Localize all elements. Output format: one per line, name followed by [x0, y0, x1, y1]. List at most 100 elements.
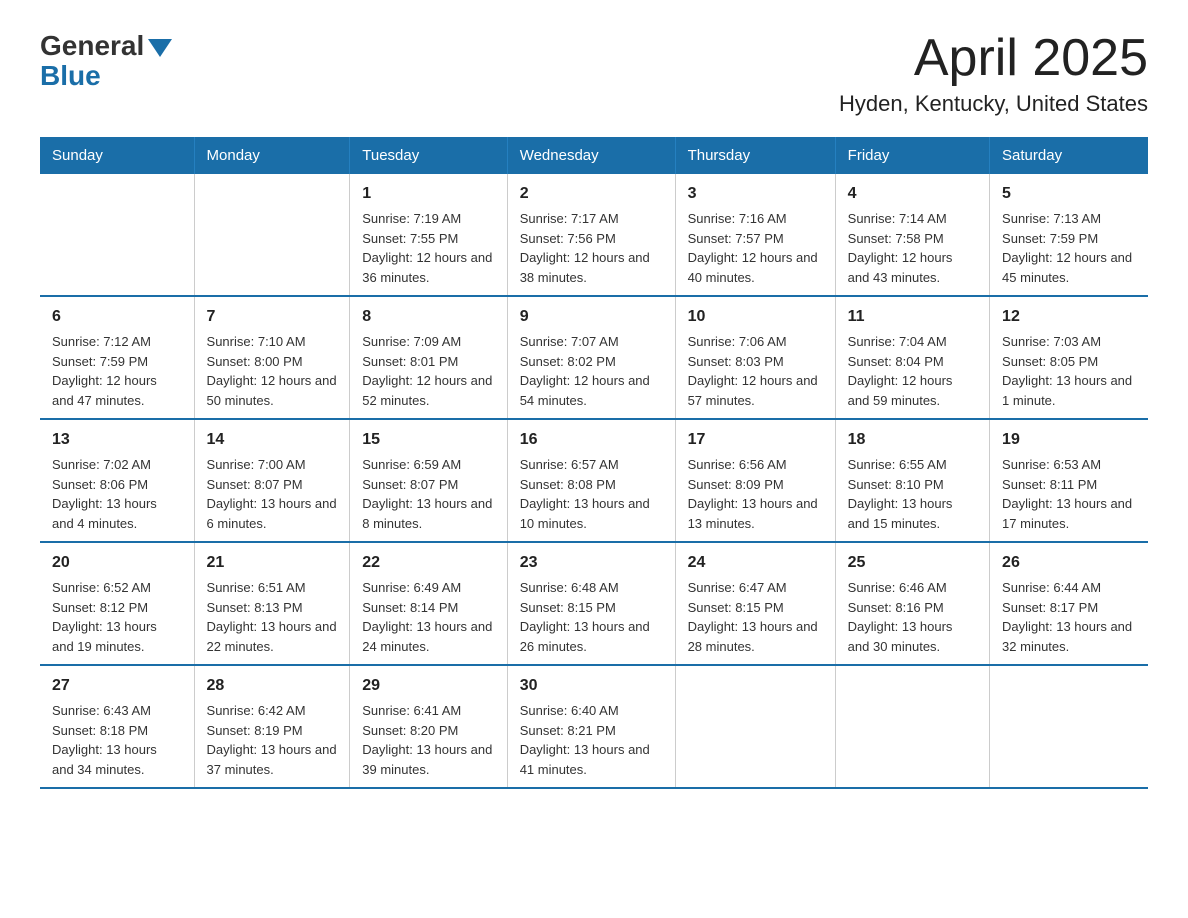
- calendar-body: 1 Sunrise: 7:19 AM Sunset: 7:55 PM Daylig…: [40, 174, 1148, 788]
- header-sunday: Sunday: [40, 137, 194, 174]
- table-row: [990, 665, 1148, 788]
- day-number: 6: [52, 305, 182, 329]
- day-info: Sunrise: 6:53 AM Sunset: 8:11 PM Dayligh…: [1002, 455, 1136, 533]
- table-row: 1 Sunrise: 7:19 AM Sunset: 7:55 PM Daylig…: [350, 174, 507, 296]
- table-row: 23Sunrise: 6:48 AM Sunset: 8:15 PM Dayli…: [507, 542, 675, 665]
- header-monday: Monday: [194, 137, 350, 174]
- table-row: 11 Sunrise: 7:04 AM Sunset: 8:04 PM Dayli…: [835, 296, 989, 419]
- day-info: Sunrise: 7:17 AM Sunset: 7:56 PM Dayligh…: [520, 209, 663, 287]
- day-number: 3: [688, 182, 823, 206]
- day-number: 2: [520, 182, 663, 206]
- day-number: 25: [848, 551, 977, 575]
- calendar-subtitle: Hyden, Kentucky, United States: [839, 91, 1148, 117]
- table-row: 18Sunrise: 6:55 AM Sunset: 8:10 PM Dayli…: [835, 419, 989, 542]
- table-row: 3 Sunrise: 7:16 AM Sunset: 7:57 PM Daylig…: [675, 174, 835, 296]
- table-row: 27 Sunrise: 6:43 AM Sunset: 8:18 PM Dayli…: [40, 665, 194, 788]
- day-info: Sunrise: 7:12 AM Sunset: 7:59 PM Dayligh…: [52, 332, 182, 410]
- day-number: 15: [362, 428, 494, 452]
- day-info: Sunrise: 6:55 AM Sunset: 8:10 PM Dayligh…: [848, 455, 977, 533]
- day-info: Sunrise: 7:10 AM Sunset: 8:00 PM Dayligh…: [207, 332, 338, 410]
- calendar-table: Sunday Monday Tuesday Wednesday Thursday…: [40, 137, 1148, 789]
- table-row: 28Sunrise: 6:42 AM Sunset: 8:19 PM Dayli…: [194, 665, 350, 788]
- day-number: 28: [207, 674, 338, 698]
- table-row: 5 Sunrise: 7:13 AM Sunset: 7:59 PM Daylig…: [990, 174, 1148, 296]
- calendar-week-row: 27 Sunrise: 6:43 AM Sunset: 8:18 PM Dayli…: [40, 665, 1148, 788]
- table-row: 15 Sunrise: 6:59 AM Sunset: 8:07 PM Dayli…: [350, 419, 507, 542]
- title-section: April 2025 Hyden, Kentucky, United State…: [839, 30, 1148, 117]
- day-info: Sunrise: 6:59 AM Sunset: 8:07 PM Dayligh…: [362, 455, 494, 533]
- day-number: 19: [1002, 428, 1136, 452]
- day-number: 1: [362, 182, 494, 206]
- day-info: Sunrise: 6:47 AM Sunset: 8:15 PM Dayligh…: [688, 578, 823, 656]
- table-row: 26Sunrise: 6:44 AM Sunset: 8:17 PM Dayli…: [990, 542, 1148, 665]
- table-row: 22 Sunrise: 6:49 AM Sunset: 8:14 PM Dayli…: [350, 542, 507, 665]
- logo-arrow-icon: [148, 39, 172, 57]
- table-row: 13 Sunrise: 7:02 AM Sunset: 8:06 PM Dayli…: [40, 419, 194, 542]
- header-friday: Friday: [835, 137, 989, 174]
- table-row: 4 Sunrise: 7:14 AM Sunset: 7:58 PM Daylig…: [835, 174, 989, 296]
- day-info: Sunrise: 7:04 AM Sunset: 8:04 PM Dayligh…: [848, 332, 977, 410]
- header-saturday: Saturday: [990, 137, 1148, 174]
- day-info: Sunrise: 7:07 AM Sunset: 8:02 PM Dayligh…: [520, 332, 663, 410]
- day-number: 4: [848, 182, 977, 206]
- table-row: 25Sunrise: 6:46 AM Sunset: 8:16 PM Dayli…: [835, 542, 989, 665]
- day-number: 11: [848, 305, 977, 329]
- calendar-title: April 2025: [839, 30, 1148, 87]
- table-row: 21Sunrise: 6:51 AM Sunset: 8:13 PM Dayli…: [194, 542, 350, 665]
- table-row: 19 Sunrise: 6:53 AM Sunset: 8:11 PM Dayli…: [990, 419, 1148, 542]
- logo: General Blue: [40, 30, 172, 92]
- day-number: 20: [52, 551, 182, 575]
- day-info: Sunrise: 7:13 AM Sunset: 7:59 PM Dayligh…: [1002, 209, 1136, 287]
- table-row: 9Sunrise: 7:07 AM Sunset: 8:02 PM Daylig…: [507, 296, 675, 419]
- day-number: 27: [52, 674, 182, 698]
- table-row: 7Sunrise: 7:10 AM Sunset: 8:00 PM Daylig…: [194, 296, 350, 419]
- day-info: Sunrise: 6:48 AM Sunset: 8:15 PM Dayligh…: [520, 578, 663, 656]
- day-info: Sunrise: 6:43 AM Sunset: 8:18 PM Dayligh…: [52, 701, 182, 779]
- table-row: 16Sunrise: 6:57 AM Sunset: 8:08 PM Dayli…: [507, 419, 675, 542]
- calendar-week-row: 20Sunrise: 6:52 AM Sunset: 8:12 PM Dayli…: [40, 542, 1148, 665]
- header-thursday: Thursday: [675, 137, 835, 174]
- table-row: 24 Sunrise: 6:47 AM Sunset: 8:15 PM Dayli…: [675, 542, 835, 665]
- day-number: 21: [207, 551, 338, 575]
- day-number: 5: [1002, 182, 1136, 206]
- table-row: 10 Sunrise: 7:06 AM Sunset: 8:03 PM Dayli…: [675, 296, 835, 419]
- day-info: Sunrise: 6:57 AM Sunset: 8:08 PM Dayligh…: [520, 455, 663, 533]
- table-row: [40, 174, 194, 296]
- header-row: Sunday Monday Tuesday Wednesday Thursday…: [40, 137, 1148, 174]
- day-number: 10: [688, 305, 823, 329]
- day-info: Sunrise: 7:09 AM Sunset: 8:01 PM Dayligh…: [362, 332, 494, 410]
- page-header: General Blue April 2025 Hyden, Kentucky,…: [40, 30, 1148, 117]
- table-row: [675, 665, 835, 788]
- day-info: Sunrise: 7:19 AM Sunset: 7:55 PM Dayligh…: [362, 209, 494, 287]
- table-row: 6 Sunrise: 7:12 AM Sunset: 7:59 PM Daylig…: [40, 296, 194, 419]
- day-number: 8: [362, 305, 494, 329]
- calendar-week-row: 6 Sunrise: 7:12 AM Sunset: 7:59 PM Daylig…: [40, 296, 1148, 419]
- day-info: Sunrise: 6:56 AM Sunset: 8:09 PM Dayligh…: [688, 455, 823, 533]
- table-row: 12 Sunrise: 7:03 AM Sunset: 8:05 PM Dayli…: [990, 296, 1148, 419]
- day-number: 29: [362, 674, 494, 698]
- day-info: Sunrise: 7:00 AM Sunset: 8:07 PM Dayligh…: [207, 455, 338, 533]
- day-info: Sunrise: 7:14 AM Sunset: 7:58 PM Dayligh…: [848, 209, 977, 287]
- day-number: 22: [362, 551, 494, 575]
- table-row: 8 Sunrise: 7:09 AM Sunset: 8:01 PM Daylig…: [350, 296, 507, 419]
- day-number: 12: [1002, 305, 1136, 329]
- day-info: Sunrise: 6:49 AM Sunset: 8:14 PM Dayligh…: [362, 578, 494, 656]
- calendar-week-row: 1 Sunrise: 7:19 AM Sunset: 7:55 PM Daylig…: [40, 174, 1148, 296]
- table-row: 20Sunrise: 6:52 AM Sunset: 8:12 PM Dayli…: [40, 542, 194, 665]
- day-info: Sunrise: 7:03 AM Sunset: 8:05 PM Dayligh…: [1002, 332, 1136, 410]
- table-row: [835, 665, 989, 788]
- logo-general-text: General: [40, 30, 144, 62]
- day-number: 13: [52, 428, 182, 452]
- calendar-header: Sunday Monday Tuesday Wednesday Thursday…: [40, 137, 1148, 174]
- logo-blue-text: Blue: [40, 60, 101, 92]
- table-row: 29Sunrise: 6:41 AM Sunset: 8:20 PM Dayli…: [350, 665, 507, 788]
- day-number: 24: [688, 551, 823, 575]
- day-info: Sunrise: 7:06 AM Sunset: 8:03 PM Dayligh…: [688, 332, 823, 410]
- header-tuesday: Tuesday: [350, 137, 507, 174]
- day-number: 30: [520, 674, 663, 698]
- day-number: 14: [207, 428, 338, 452]
- day-info: Sunrise: 7:02 AM Sunset: 8:06 PM Dayligh…: [52, 455, 182, 533]
- table-row: 30Sunrise: 6:40 AM Sunset: 8:21 PM Dayli…: [507, 665, 675, 788]
- day-info: Sunrise: 7:16 AM Sunset: 7:57 PM Dayligh…: [688, 209, 823, 287]
- day-number: 26: [1002, 551, 1136, 575]
